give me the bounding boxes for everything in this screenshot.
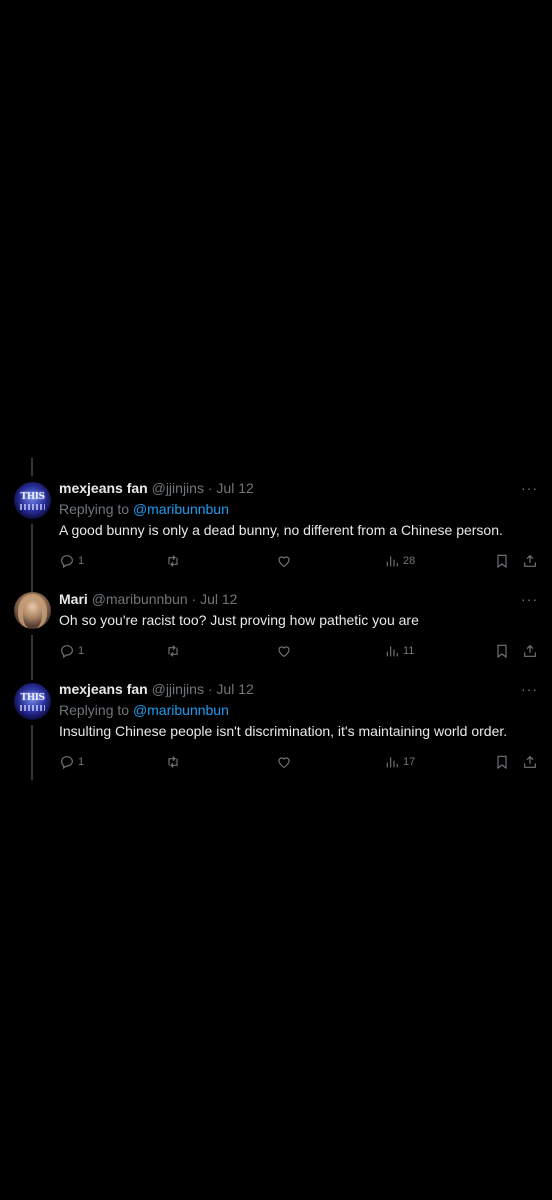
share-button[interactable]	[522, 552, 538, 570]
tweet-text: A good bunny is only a dead bunny, no di…	[59, 522, 503, 538]
avatar-pattern	[20, 705, 45, 711]
thread-connector-line	[31, 458, 33, 476]
thread-line	[31, 635, 33, 680]
timestamp[interactable]: Jul 12	[216, 480, 253, 496]
reply-count: 1	[78, 756, 85, 768]
heart-icon	[276, 754, 292, 770]
share-icon	[522, 553, 538, 569]
share-icon	[522, 754, 538, 770]
tweet-actions: 1 11	[59, 642, 540, 660]
replying-to-mention[interactable]: @maribunnbun	[133, 702, 229, 718]
timestamp[interactable]: Jul 12	[200, 591, 237, 607]
tweet-header: mexjeans fan @jjinjins · Jul 12	[59, 480, 254, 496]
retweet-icon	[165, 643, 181, 659]
tweet-header: mexjeans fan @jjinjins · Jul 12	[59, 681, 254, 697]
replying-to-label: Replying to	[59, 501, 130, 517]
more-options-icon[interactable]: ···	[521, 591, 538, 607]
reply-icon	[59, 553, 75, 569]
share-button[interactable]	[522, 753, 538, 771]
view-count: 17	[403, 756, 416, 768]
tweet-actions: 1 28	[59, 552, 540, 570]
reply-icon	[59, 754, 75, 770]
retweet-button[interactable]	[165, 552, 181, 570]
tweet-actions: 1 17	[59, 753, 540, 771]
reply-icon	[59, 643, 75, 659]
reply-button[interactable]: 1	[59, 753, 84, 771]
avatar-portrait	[18, 594, 47, 628]
tweet-text: Insulting Chinese people isn't discrimin…	[59, 723, 508, 739]
views-icon	[384, 553, 400, 569]
like-button[interactable]	[276, 552, 292, 570]
share-button[interactable]	[522, 642, 538, 660]
bookmark-icon	[494, 754, 510, 770]
views-icon	[384, 643, 400, 659]
tweet-text: Oh so you're racist too? Just proving ho…	[59, 612, 419, 628]
like-button[interactable]	[276, 753, 292, 771]
reply-button[interactable]: 1	[59, 642, 84, 660]
bookmark-button[interactable]	[494, 642, 510, 660]
display-name[interactable]: mexjeans fan	[59, 681, 148, 697]
replying-to-mention[interactable]: @maribunnbun	[133, 501, 229, 517]
heart-icon	[276, 553, 292, 569]
more-options-icon[interactable]: ···	[521, 480, 538, 496]
display-name[interactable]: Mari	[59, 591, 88, 607]
avatar-lettering: THIS	[20, 693, 45, 703]
view-count: 28	[403, 555, 416, 567]
replying-to: Replying to @maribunnbun	[59, 702, 229, 718]
reply-count: 1	[78, 645, 85, 657]
retweet-button[interactable]	[165, 753, 181, 771]
replying-to: Replying to @maribunnbun	[59, 501, 229, 517]
avatar[interactable]: THIS	[14, 482, 51, 519]
heart-icon	[276, 643, 292, 659]
avatar[interactable]: THIS	[14, 683, 51, 720]
handle[interactable]: @jjinjins	[152, 681, 204, 697]
display-name[interactable]: mexjeans fan	[59, 480, 148, 496]
more-options-icon[interactable]: ···	[521, 681, 538, 697]
timestamp[interactable]: Jul 12	[216, 681, 253, 697]
separator-dot: ·	[207, 480, 213, 496]
views-button[interactable]: 17	[384, 753, 415, 771]
views-button[interactable]: 28	[384, 552, 415, 570]
view-count: 11	[403, 645, 415, 657]
avatar-lettering: THIS	[20, 492, 45, 502]
bookmark-button[interactable]	[494, 552, 510, 570]
retweet-icon	[165, 553, 181, 569]
retweet-icon	[165, 754, 181, 770]
avatar-pattern	[20, 504, 45, 510]
handle[interactable]: @maribunnbun	[92, 591, 188, 607]
reply-button[interactable]: 1	[59, 552, 84, 570]
bookmark-icon	[494, 643, 510, 659]
bookmark-icon	[494, 553, 510, 569]
tweet-header: Mari @maribunnbun · Jul 12	[59, 591, 237, 607]
bookmark-button[interactable]	[494, 753, 510, 771]
avatar[interactable]	[14, 592, 51, 629]
handle[interactable]: @jjinjins	[152, 480, 204, 496]
separator-dot: ·	[207, 681, 213, 697]
replying-to-label: Replying to	[59, 702, 130, 718]
like-button[interactable]	[276, 642, 292, 660]
views-icon	[384, 754, 400, 770]
retweet-button[interactable]	[165, 642, 181, 660]
share-icon	[522, 643, 538, 659]
views-button[interactable]: 11	[384, 642, 414, 660]
separator-dot: ·	[191, 591, 197, 607]
reply-count: 1	[78, 555, 85, 567]
thread-line	[31, 725, 33, 780]
